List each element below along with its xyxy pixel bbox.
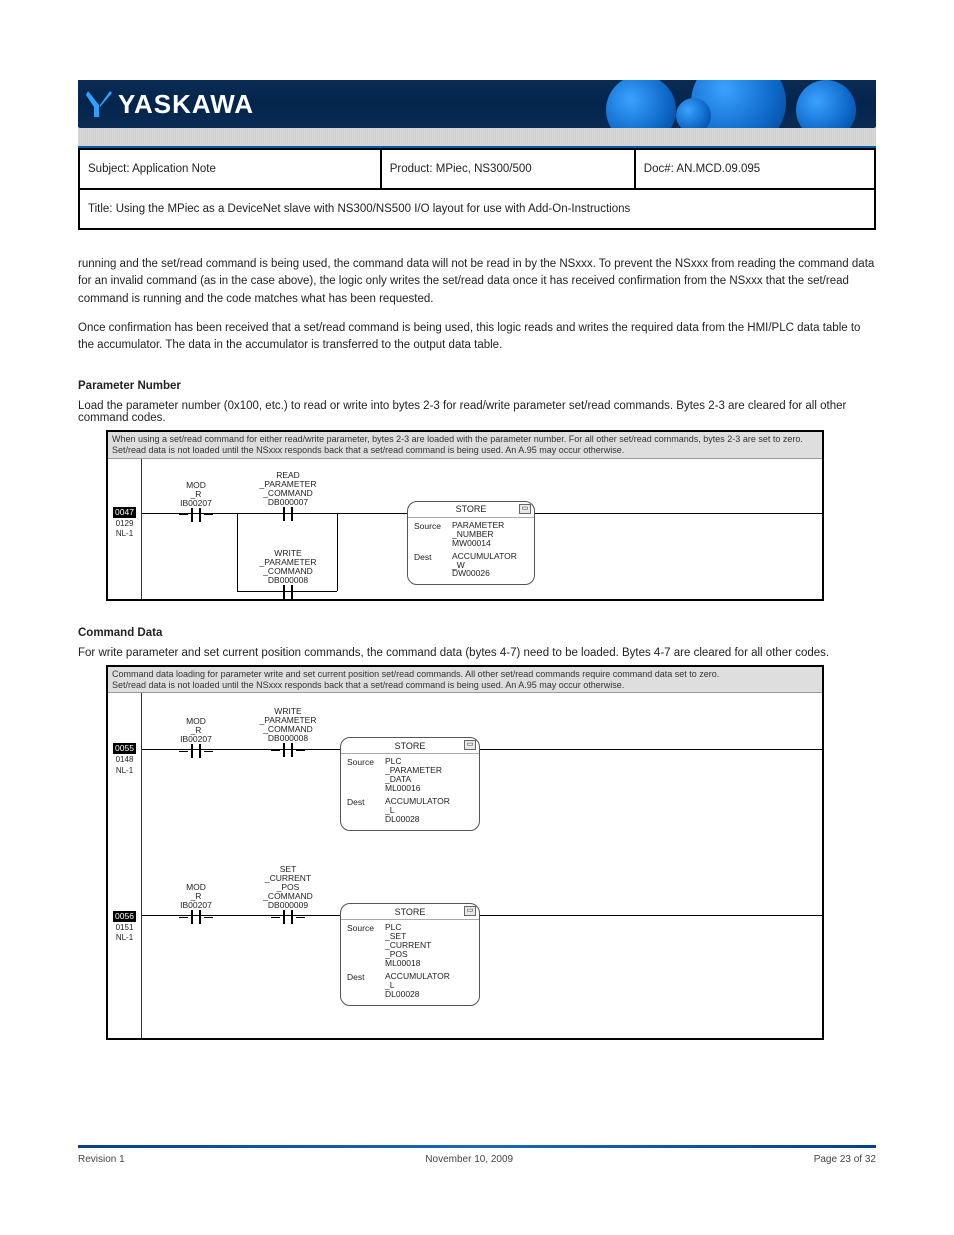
fig2-comment-l2: Set/read data is not loaded until the NS… — [112, 680, 818, 691]
caption-parameter-number: Load the parameter number (0x100, etc.) … — [78, 400, 876, 424]
brand-banner: YASKAWA — [78, 80, 876, 128]
body-p2: Once confirmation has been received that… — [78, 320, 876, 355]
body-p1: running and the set/read command is bein… — [78, 256, 876, 308]
fig1-contact-read: READ _PARAMETER _COMMAND DB000007 — [252, 471, 324, 521]
fig2-r1-contact-mod: MOD _R IB00207 — [170, 717, 222, 758]
fig1-store-box: STORE ▭ Source PARAMETER _NUMBER MW00014… — [407, 501, 535, 586]
collapse-icon[interactable]: ▭ — [519, 504, 531, 514]
fig1-body: MOD _R IB00207 READ _PARAMETER _COMMAND … — [142, 459, 822, 599]
footer-center: November 10, 2009 — [425, 1154, 513, 1165]
fig2-comment-l1: Command data loading for parameter write… — [112, 669, 818, 680]
fig1-nl: NL-1 — [108, 529, 141, 538]
section-command-data: Command Data — [78, 627, 876, 639]
page-footer: Revision 1 November 10, 2009 Page 23 of … — [78, 1145, 876, 1165]
ladder-figure-1: When using a set/read command for either… — [106, 430, 824, 601]
fig1-gutter: 0047 0129 NL-1 — [108, 459, 142, 599]
fig1-comment-l2: Set/read data is not loaded until the NS… — [112, 445, 818, 456]
brand-logo-icon — [86, 89, 112, 119]
fig1-comment: When using a set/read command for either… — [108, 432, 822, 459]
header-subject: Subject: Application Note — [80, 148, 382, 188]
fig2-store1: STORE ▭ Source PLC _PARAMETER _DATA ML00… — [340, 737, 480, 830]
fig1-contact-write: WRITE _PARAMETER _COMMAND DB000008 — [252, 549, 324, 599]
ladder-figure-2: Command data loading for parameter write… — [106, 665, 824, 1041]
fig1-contact-mod: MOD _R IB00207 — [170, 481, 222, 522]
caption-command-data: For write parameter and set current posi… — [78, 647, 876, 659]
header-title: Title: Using the MPiec as a DeviceNet sl… — [80, 188, 874, 228]
fig2-comment: Command data loading for parameter write… — [108, 667, 822, 694]
fig1-line: 0129 — [108, 519, 141, 528]
section-parameter-number: Parameter Number — [78, 380, 876, 392]
doc-header-table: Subject: Application Note Product: MPiec… — [78, 148, 876, 230]
fig1-store-title: STORE — [456, 504, 487, 514]
fig1-step: 0047 — [113, 507, 136, 518]
fig2-step1: 0055 — [113, 743, 136, 754]
footer-left: Revision 1 — [78, 1154, 125, 1165]
fig2-body: MOD _R IB00207 WRITE _PARAMETER _COMMAND… — [142, 693, 822, 1038]
collapse-icon[interactable]: ▭ — [464, 740, 476, 750]
footer-right: Page 23 of 32 — [814, 1154, 876, 1165]
header-docnum: Doc#: AN.MCD.09.095 — [636, 148, 874, 188]
collapse-icon[interactable]: ▭ — [464, 906, 476, 916]
fig2-store2: STORE ▭ Source PLC _SET _CURRENT _POS ML… — [340, 903, 480, 1005]
brand-text: YASKAWA — [118, 89, 254, 120]
banner-accent-blobs — [526, 80, 876, 128]
fig2-r1-contact-write: WRITE _PARAMETER _COMMAND DB000008 — [252, 707, 324, 757]
footer-rule — [78, 1145, 876, 1148]
banner-underline — [78, 128, 876, 148]
body-intro: running and the set/read command is bein… — [78, 256, 876, 354]
fig2-gutter: 0055 0148 NL-1 0056 0151 NL-1 — [108, 693, 142, 1038]
fig2-r2-contact-set: SET _CURRENT _POS _COMMAND DB000009 — [252, 865, 324, 924]
fig1-comment-l1: When using a set/read command for either… — [112, 434, 818, 445]
fig2-step2: 0056 — [113, 911, 136, 922]
fig2-r2-contact-mod: MOD _R IB00207 — [170, 883, 222, 924]
header-product: Product: MPiec, NS300/500 — [382, 148, 636, 188]
